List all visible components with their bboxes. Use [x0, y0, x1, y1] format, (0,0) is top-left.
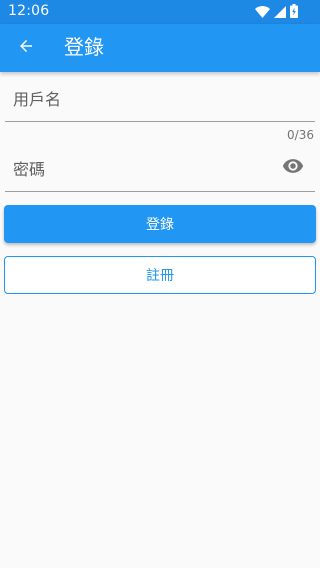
signal-icon	[274, 3, 286, 22]
arrow-back-icon	[17, 37, 35, 59]
login-button[interactable]: 登錄	[4, 205, 316, 243]
page-title: 登錄	[64, 35, 104, 59]
toggle-visibility-button[interactable]	[277, 152, 309, 184]
password-field	[5, 146, 315, 192]
username-field	[5, 76, 315, 122]
password-counter: 0/36	[287, 128, 314, 142]
register-button[interactable]: 註冊	[4, 256, 316, 294]
eye-icon	[282, 155, 304, 181]
battery-charging-icon	[290, 3, 298, 22]
back-button[interactable]	[6, 28, 46, 68]
status-bar: 12:06	[0, 0, 320, 24]
username-input[interactable]	[5, 76, 315, 122]
password-underline	[5, 191, 315, 192]
wifi-icon	[255, 3, 270, 22]
status-icons	[255, 3, 298, 22]
app-bar: 登錄	[0, 24, 320, 72]
password-input[interactable]	[5, 146, 315, 192]
username-underline	[5, 121, 315, 122]
status-time: 12:06	[8, 3, 50, 19]
